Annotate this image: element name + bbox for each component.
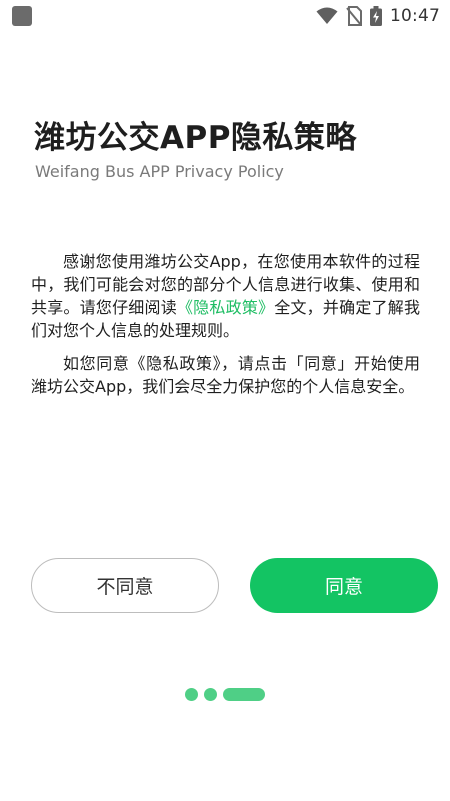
policy-text: 感谢您使用潍坊公交App，在您使用本软件的过程中，我们可能会对您的部分个人信息进…	[31, 250, 420, 408]
policy-paragraph-2: 如您同意《隐私政策》，请点击「同意」开始使用潍坊公交App，我们会尽全力保护您的…	[31, 354, 420, 396]
policy-paragraph-1: 感谢您使用潍坊公交App，在您使用本软件的过程中，我们可能会对您的部分个人信息进…	[31, 250, 420, 342]
page-dot	[204, 688, 217, 701]
no-sim-icon	[346, 6, 362, 26]
agree-button[interactable]: 同意	[250, 558, 438, 613]
wifi-icon	[316, 7, 338, 24]
status-bar: 10:47	[0, 0, 450, 32]
disagree-button[interactable]: 不同意	[31, 558, 219, 613]
status-icons: 10:47	[316, 5, 440, 27]
battery-charging-icon	[370, 6, 382, 26]
page-title: 潍坊公交APP隐私策略	[34, 120, 357, 156]
status-time: 10:47	[390, 6, 440, 26]
page-dot	[185, 688, 198, 701]
page-indicator	[185, 688, 265, 701]
privacy-policy-link[interactable]: 《隐私政策》	[177, 298, 274, 317]
page-dot-active	[223, 688, 265, 701]
notification-icon	[12, 6, 32, 26]
page-subtitle: Weifang Bus APP Privacy Policy	[35, 162, 284, 181]
